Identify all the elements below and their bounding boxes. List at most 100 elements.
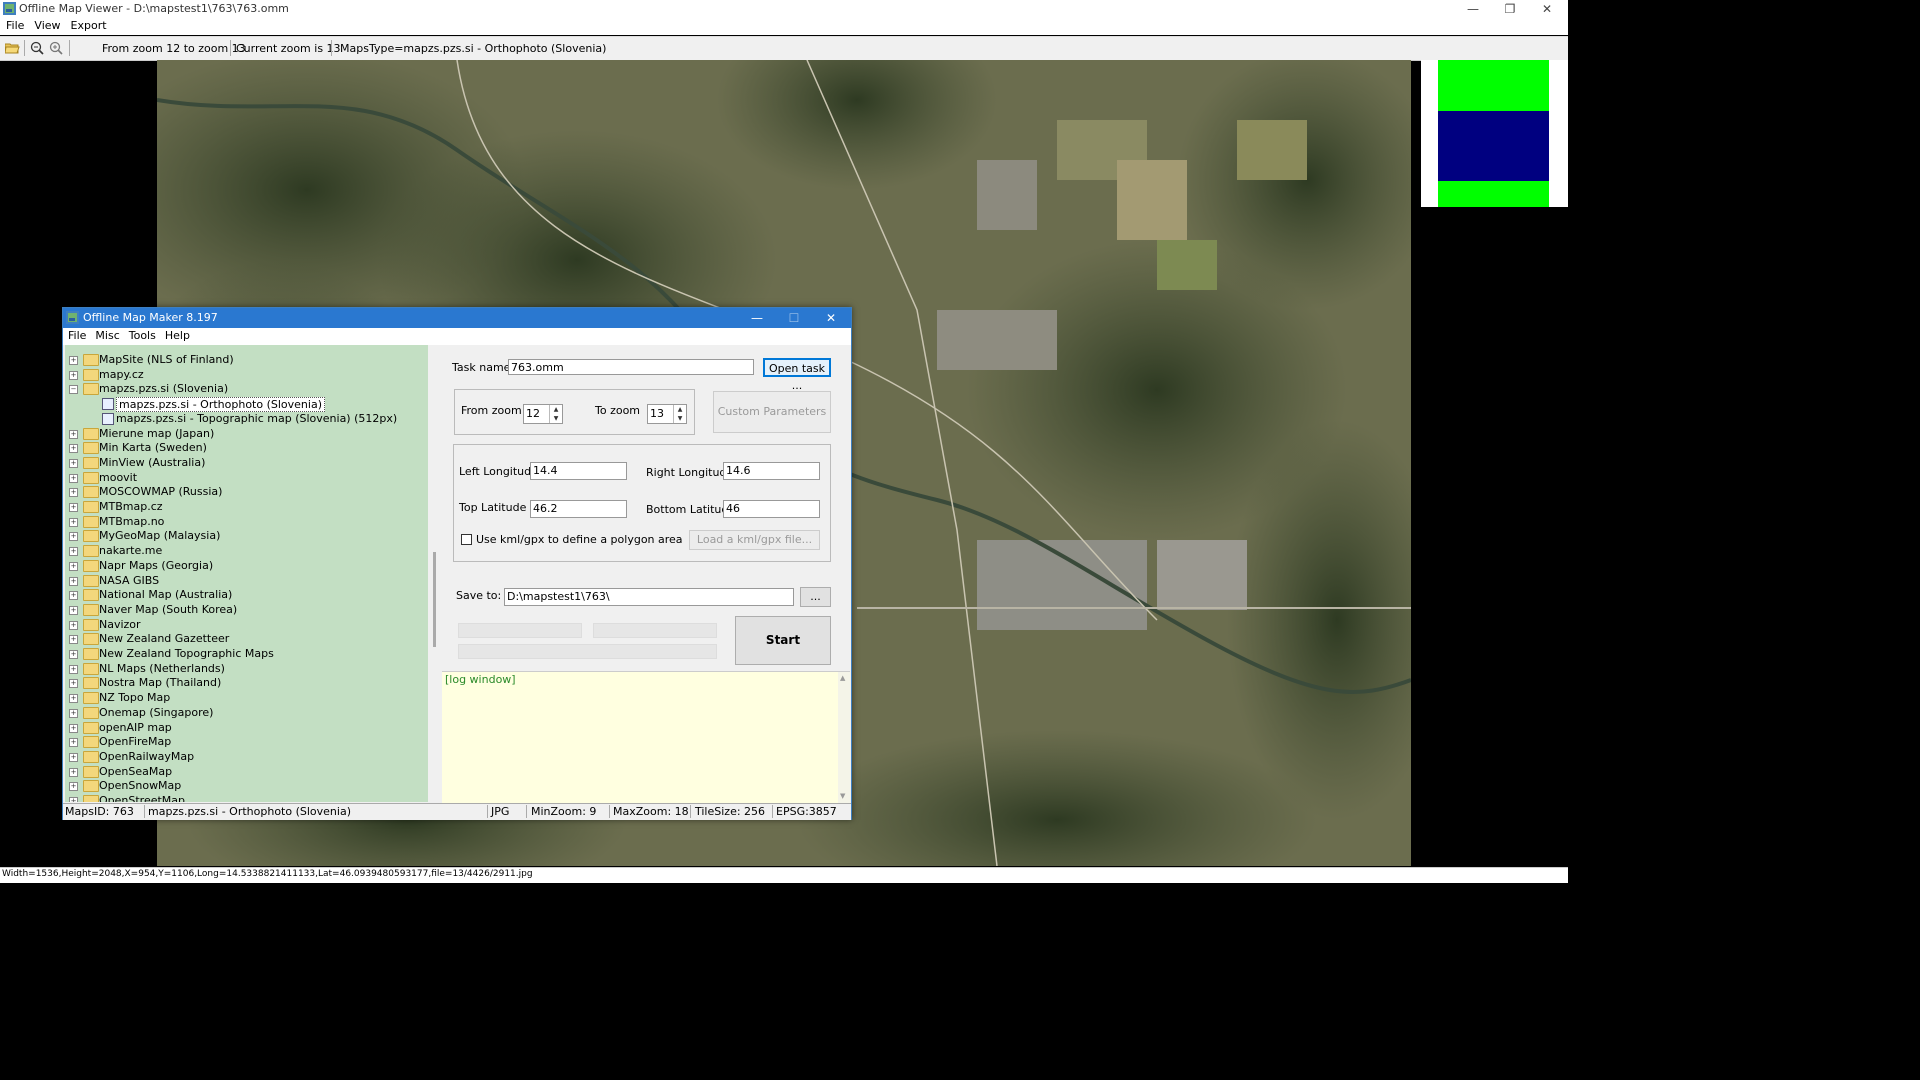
scroll-down-icon[interactable]: ▼: [840, 792, 845, 800]
tree-folder-item[interactable]: + MyGeoMap (Malaysia): [65, 529, 428, 543]
tree-map-item[interactable]: mapzs.pzs.si - Orthophoto (Slovenia): [65, 397, 428, 413]
tree-folder-item[interactable]: + New Zealand Gazetteer: [65, 632, 428, 646]
tree-folder-item[interactable]: + openAIP map: [65, 721, 428, 735]
minimize-button[interactable]: —: [1454, 0, 1492, 18]
top-latitude-input[interactable]: 46.2: [530, 500, 627, 518]
log-scrollbar[interactable]: ▲ ▼: [838, 672, 850, 803]
expand-icon[interactable]: +: [69, 547, 78, 557]
kml-checkbox[interactable]: [461, 534, 472, 545]
tree-folder-item[interactable]: + OpenFireMap: [65, 735, 428, 749]
expand-icon[interactable]: +: [69, 694, 78, 704]
tree-folder-item[interactable]: + OpenSnowMap: [65, 779, 428, 793]
dialog-menu-misc[interactable]: Misc: [90, 328, 123, 342]
tree-folder-item[interactable]: + National Map (Australia): [65, 588, 428, 602]
close-button[interactable]: ✕: [1528, 0, 1566, 18]
expand-icon[interactable]: +: [69, 503, 78, 512]
expand-icon[interactable]: +: [69, 664, 78, 674]
collapse-icon[interactable]: −: [69, 385, 78, 395]
from-zoom-stepper[interactable]: 12 ▲ ▼: [523, 404, 563, 424]
start-button[interactable]: Start: [735, 616, 831, 665]
zoom-in-icon[interactable]: [49, 41, 63, 55]
bottom-latitude-input[interactable]: 46: [723, 500, 820, 518]
tree-folder-item[interactable]: + Naver Map (South Korea): [65, 603, 428, 617]
tree-folder-item[interactable]: + New Zealand Topographic Maps: [65, 647, 428, 661]
tree-folder-item[interactable]: + NZ Topo Map: [65, 691, 428, 705]
open-task-button[interactable]: Open task ...: [763, 358, 831, 392]
dialog-menu-tools[interactable]: Tools: [124, 328, 160, 342]
tree-folder-item[interactable]: + MapSite (NLS of Finland): [65, 353, 428, 367]
browse-button[interactable]: ...: [800, 587, 831, 607]
right-longitude-input[interactable]: 14.6: [723, 462, 820, 480]
log-window[interactable]: [log window] ▲ ▼: [442, 671, 850, 803]
scroll-up-icon[interactable]: ▲: [840, 674, 845, 682]
save-to-input[interactable]: D:\mapstest1\763\: [504, 588, 794, 606]
minimap[interactable]: [1421, 60, 1568, 207]
tree-folder-item[interactable]: + OpenStreetMap: [65, 794, 428, 802]
tree-folder-item[interactable]: + Navizor: [65, 618, 428, 632]
dialog-maximize-button[interactable]: ☐: [776, 308, 812, 328]
custom-parameters-button[interactable]: Custom Parameters: [713, 391, 831, 433]
tree-folder-item[interactable]: + NL Maps (Netherlands): [65, 662, 428, 676]
expand-icon[interactable]: +: [69, 517, 78, 527]
dialog-minimize-button[interactable]: —: [739, 308, 775, 328]
map-source-tree[interactable]: + MapSite (NLS of Finland) + mapy.cz − mapzs.…: [65, 345, 428, 802]
tree-folder-item[interactable]: + Mierune map (Japan): [65, 427, 428, 441]
expand-icon[interactable]: +: [69, 708, 78, 718]
expand-icon[interactable]: +: [69, 356, 78, 365]
menu-export[interactable]: Export: [65, 18, 111, 32]
expand-icon[interactable]: +: [69, 444, 78, 454]
tree-scrollbar[interactable]: [429, 345, 441, 802]
expand-icon[interactable]: +: [69, 797, 78, 802]
task-name-input[interactable]: 763.omm: [508, 359, 754, 375]
spin-arrows-icon[interactable]: ▲ ▼: [673, 405, 686, 423]
tree-folder-item[interactable]: + OpenSeaMap: [65, 765, 428, 779]
tree-folder-item[interactable]: + mapy.cz: [65, 368, 428, 382]
expand-icon[interactable]: +: [69, 679, 78, 689]
tree-folder-item[interactable]: + MinView (Australia): [65, 456, 428, 470]
expand-icon[interactable]: +: [69, 752, 78, 762]
expand-icon[interactable]: +: [69, 635, 78, 645]
expand-icon[interactable]: +: [69, 738, 78, 748]
expand-icon[interactable]: +: [69, 605, 78, 615]
expand-icon[interactable]: +: [69, 458, 78, 468]
load-kml-button[interactable]: Load a kml/gpx file...: [689, 530, 820, 550]
tree-folder-item[interactable]: + Onemap (Singapore): [65, 706, 428, 720]
expand-icon[interactable]: +: [69, 488, 78, 498]
tree-folder-item[interactable]: + MTBmap.no: [65, 515, 428, 529]
expand-icon[interactable]: +: [69, 767, 78, 777]
tree-folder-item[interactable]: + MOSCOWMAP (Russia): [65, 485, 428, 499]
expand-icon[interactable]: +: [69, 591, 78, 601]
tree-folder-item[interactable]: + moovit: [65, 471, 428, 485]
tree-folder-item[interactable]: + Nostra Map (Thailand): [65, 676, 428, 690]
tree-folder-item[interactable]: + MTBmap.cz: [65, 500, 428, 514]
spin-arrows-icon[interactable]: ▲ ▼: [549, 405, 562, 423]
tree-scrollbar-thumb[interactable]: [433, 552, 436, 647]
expand-icon[interactable]: +: [69, 576, 78, 586]
expand-icon[interactable]: +: [69, 532, 78, 542]
expand-icon[interactable]: +: [69, 429, 78, 439]
expand-icon[interactable]: +: [69, 782, 78, 792]
tree-folder-item[interactable]: + Min Karta (Sweden): [65, 441, 428, 455]
menu-file[interactable]: File: [0, 18, 28, 32]
expand-icon[interactable]: +: [69, 370, 78, 380]
tree-folder-item[interactable]: − mapzs.pzs.si (Slovenia): [65, 382, 428, 396]
expand-icon[interactable]: +: [69, 620, 78, 630]
tree-folder-item[interactable]: + OpenRailwayMap: [65, 750, 428, 764]
zoom-out-icon[interactable]: [30, 41, 44, 55]
tree-map-item[interactable]: mapzs.pzs.si - Topographic map (Slovenia…: [65, 412, 428, 426]
tree-folder-item[interactable]: + NASA GIBS: [65, 574, 428, 588]
tree-folder-item[interactable]: + Napr Maps (Georgia): [65, 559, 428, 573]
expand-icon[interactable]: +: [69, 561, 78, 571]
restore-button[interactable]: ❐: [1491, 0, 1529, 18]
dialog-menu-file[interactable]: File: [63, 328, 90, 342]
to-zoom-stepper[interactable]: 13 ▲ ▼: [647, 404, 687, 424]
left-longitude-input[interactable]: 14.4: [530, 462, 627, 480]
open-folder-icon[interactable]: [5, 42, 20, 54]
expand-icon[interactable]: +: [69, 723, 78, 733]
expand-icon[interactable]: +: [69, 473, 78, 483]
menu-view[interactable]: View: [28, 18, 64, 32]
expand-icon[interactable]: +: [69, 650, 78, 659]
dialog-menu-help[interactable]: Help: [160, 328, 194, 342]
dialog-close-button[interactable]: ✕: [813, 308, 849, 328]
tree-folder-item[interactable]: + nakarte.me: [65, 544, 428, 558]
